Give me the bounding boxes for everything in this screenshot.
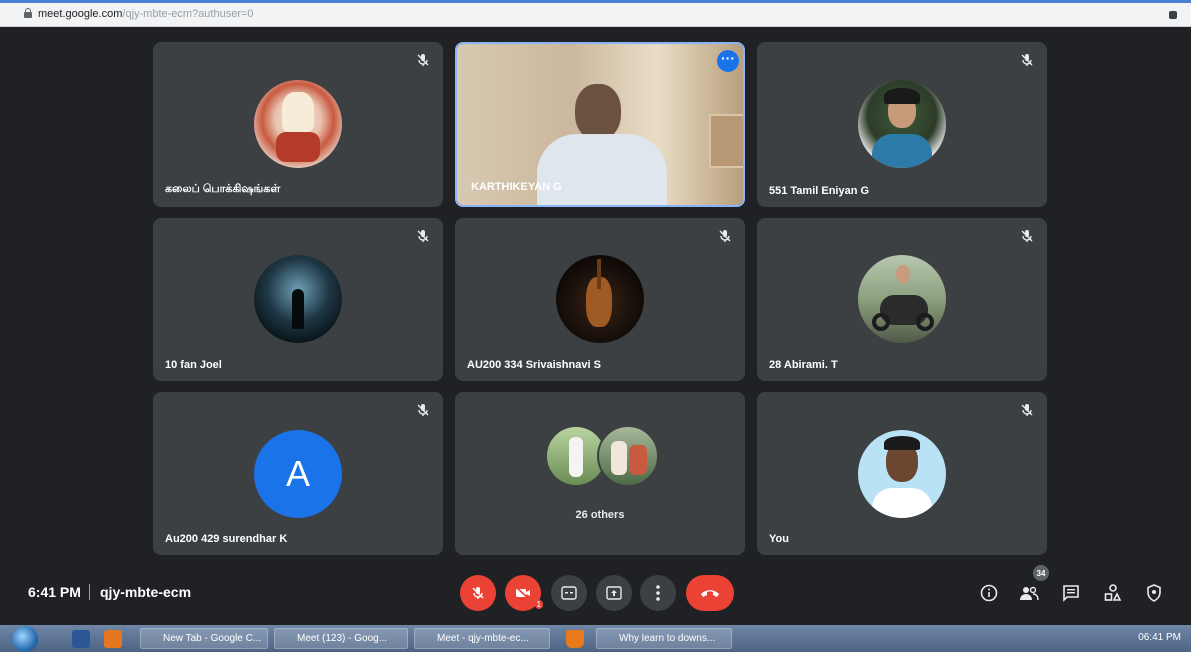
- present-screen-icon: [606, 586, 622, 600]
- present-button[interactable]: [596, 575, 632, 611]
- avatar: [597, 425, 659, 487]
- word-icon[interactable]: [72, 630, 90, 648]
- avatar: [556, 255, 644, 343]
- window-frame: [709, 114, 743, 168]
- taskbar-item[interactable]: New Tab - Google C...: [140, 628, 268, 649]
- participant-tile[interactable]: கலைப் பொக்கிஷங்கள்: [153, 42, 443, 207]
- url-text[interactable]: meet.google.com/qjy-mbte-ecm?authuser=0: [38, 8, 254, 20]
- participant-name: 10 fan Joel: [165, 359, 222, 371]
- more-options-icon[interactable]: ···: [717, 50, 739, 72]
- participant-name: 551 Tamil Eniyan G: [769, 185, 870, 197]
- mic-off-icon: [719, 230, 731, 242]
- mic-off-icon: [417, 230, 429, 242]
- others-count: 26 others: [575, 509, 625, 521]
- meeting-time: 6:41 PM: [28, 584, 81, 600]
- start-button[interactable]: [12, 626, 38, 652]
- person-figure: [575, 84, 621, 140]
- captions-icon: [561, 586, 577, 600]
- meeting-details-button[interactable]: [978, 582, 1000, 604]
- avatar: [254, 80, 342, 168]
- camera-badge: 1: [534, 600, 543, 609]
- participant-tile-active[interactable]: ··· KARTHIKEYAN G: [455, 42, 745, 207]
- meeting-stage: கலைப் பொக்கிஷங்கள் ··· KARTHIKEYAN G 551…: [0, 27, 1191, 625]
- avatar: A: [254, 430, 342, 518]
- participant-tile[interactable]: 551 Tamil Eniyan G: [757, 42, 1047, 207]
- avatar: [858, 255, 946, 343]
- avatar: [858, 430, 946, 518]
- avatar-initial: A: [285, 453, 310, 494]
- shield-icon: [1147, 584, 1161, 602]
- host-controls-button[interactable]: [1143, 582, 1165, 604]
- participant-tile[interactable]: 10 fan Joel: [153, 218, 443, 381]
- info-icon: [980, 584, 998, 602]
- more-vert-icon: [656, 585, 660, 601]
- more-options-button[interactable]: [640, 575, 676, 611]
- address-bar[interactable]: meet.google.com/qjy-mbte-ecm?authuser=0: [0, 3, 1191, 27]
- meeting-code: qjy-mbte-ecm: [100, 584, 192, 600]
- people-icon: [1020, 586, 1039, 601]
- participant-tile[interactable]: 28 Abirami. T: [757, 218, 1047, 381]
- participant-name: AU200 334 Srivaishnavi S: [467, 359, 601, 371]
- participant-tile[interactable]: AU200 334 Srivaishnavi S: [455, 218, 745, 381]
- camera-toggle-button[interactable]: 1: [505, 575, 543, 611]
- participant-name: Au200 429 surendhar K: [165, 533, 288, 545]
- captions-button[interactable]: [551, 575, 587, 611]
- camera-off-icon: [515, 586, 530, 600]
- person-body: [537, 134, 667, 205]
- participants-count-badge: 34: [1033, 565, 1049, 581]
- participant-tile[interactable]: A Au200 429 surendhar K: [153, 392, 443, 555]
- mic-off-icon: [1021, 230, 1033, 242]
- participant-name: KARTHIKEYAN G: [471, 181, 562, 193]
- avatar: [858, 80, 946, 168]
- meeting-controls: 6:41 PM qjy-mbte-ecm 1 34: [0, 565, 1191, 625]
- avatar: [254, 255, 342, 343]
- participant-name: You: [769, 533, 789, 545]
- divider: [89, 584, 90, 600]
- media-player-icon[interactable]: [104, 630, 122, 648]
- participants-button[interactable]: [1018, 582, 1040, 604]
- mic-off-icon: [1021, 404, 1033, 416]
- chat-button[interactable]: [1060, 582, 1082, 604]
- taskbar-item[interactable]: Meet - qjy-mbte-ec...: [414, 628, 550, 649]
- others-tile[interactable]: 26 others: [455, 392, 745, 555]
- participant-tile-self[interactable]: You: [757, 392, 1047, 555]
- chat-icon: [1063, 585, 1079, 602]
- mic-off-icon: [1021, 54, 1033, 66]
- participant-name: 28 Abirami. T: [769, 359, 838, 371]
- system-tray-clock: 06:41 PM: [1138, 632, 1181, 643]
- lock-icon: [24, 8, 32, 18]
- vlc-icon[interactable]: [566, 630, 584, 648]
- extension-icon[interactable]: [1169, 11, 1177, 19]
- windows-taskbar: New Tab - Google C... Meet (123) - Goog.…: [0, 625, 1191, 652]
- url-path: /qjy-mbte-ecm?authuser=0: [122, 8, 254, 20]
- activities-icon: [1104, 584, 1122, 601]
- call-end-icon: [701, 590, 719, 597]
- mic-off-icon: [472, 587, 484, 599]
- activities-button[interactable]: [1102, 582, 1124, 604]
- mic-toggle-button[interactable]: [460, 575, 496, 611]
- taskbar-item[interactable]: Meet (123) - Goog...: [274, 628, 408, 649]
- participant-name: கலைப் பொக்கிஷங்கள்: [165, 183, 281, 195]
- taskbar-item[interactable]: Why learn to downs...: [596, 628, 732, 649]
- leave-call-button[interactable]: [686, 575, 734, 611]
- mic-off-icon: [417, 404, 429, 416]
- url-host: meet.google.com: [38, 8, 123, 20]
- mic-off-icon: [417, 54, 429, 66]
